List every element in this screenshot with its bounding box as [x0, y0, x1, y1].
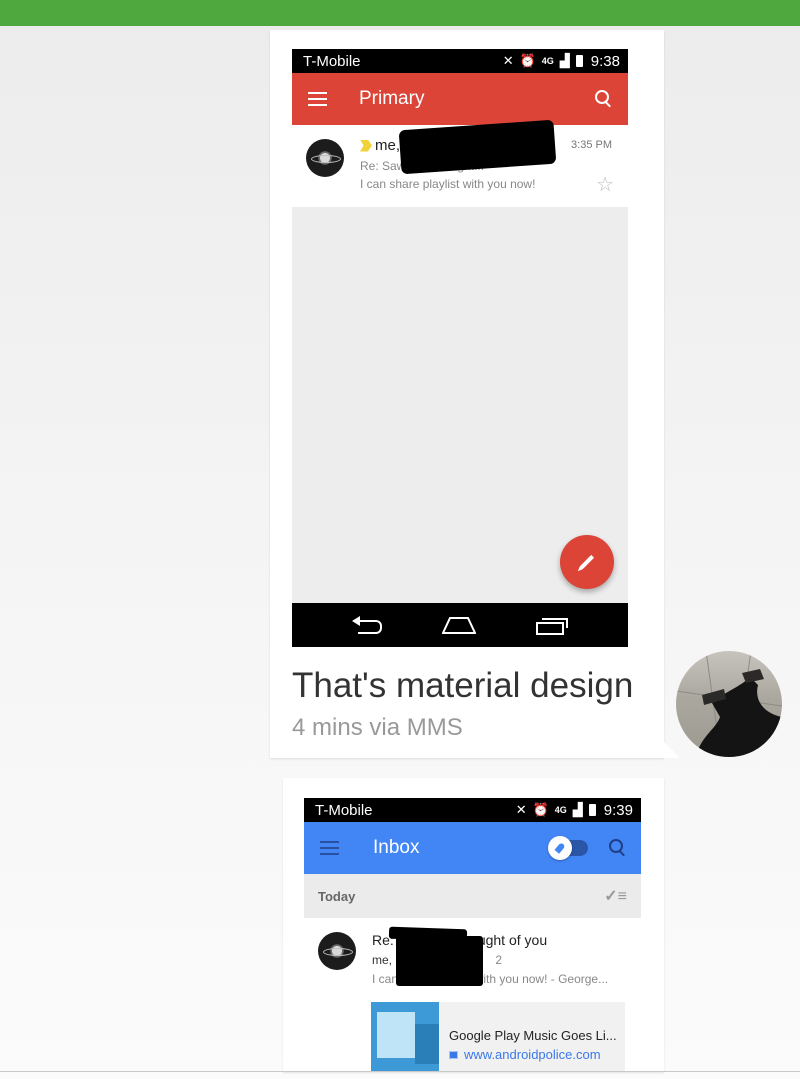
link-url: www.androidpolice.com — [449, 1047, 601, 1062]
important-marker-icon — [360, 139, 372, 152]
vibrate-icon: ✕ — [515, 802, 527, 817]
status-bar: T-Mobile ✕ ⏰ 4G ▟ 9:38 — [292, 49, 628, 73]
sweep-icon: ✓≡ — [604, 888, 627, 905]
vibrate-icon: ✕ — [502, 53, 514, 68]
home-icon — [442, 616, 476, 634]
carrier-label: T-Mobile — [315, 801, 373, 819]
pinned-toggle — [548, 836, 588, 860]
message-text: That's material design — [292, 666, 634, 705]
battery-icon — [575, 55, 583, 67]
link-title: Google Play Music Goes Li... — [449, 1028, 617, 1043]
email-time: 3:35 PM — [571, 139, 612, 151]
signal-icon: ▟ — [559, 53, 570, 68]
network-type-label: 4G — [541, 56, 554, 66]
clock-label: 9:38 — [590, 52, 620, 70]
star-icon: ☆ — [596, 174, 614, 196]
saturn-avatar — [306, 139, 344, 177]
link-preview-card: Google Play Music Goes Li... www.android… — [371, 1002, 625, 1072]
android-nav-bar — [292, 603, 628, 647]
saturn-avatar — [318, 932, 356, 970]
signal-icon: ▟ — [572, 802, 583, 817]
menu-icon — [308, 92, 327, 106]
menu-icon — [320, 841, 339, 855]
battery-icon — [588, 804, 596, 816]
message-timestamp: 4 mins via MMS — [292, 714, 463, 741]
alarm-icon: ⏰ — [532, 802, 549, 817]
attached-screenshot-gmail[interactable]: T-Mobile ✕ ⏰ 4G ▟ 9:38 Primary me, 3:35 … — [292, 49, 628, 647]
network-type-label: 4G — [554, 805, 567, 815]
back-icon — [352, 616, 382, 634]
email-snippet: I can share playlist with you now! — [360, 177, 536, 191]
gmail-empty-list — [292, 207, 628, 603]
site-icon — [449, 1050, 458, 1059]
section-header: Today ✓≡ — [304, 874, 641, 918]
alarm-icon: ⏰ — [519, 53, 536, 68]
inbox-email-row: Re: Saw this, thought of you me, 2 I can… — [304, 918, 641, 1072]
search-icon — [608, 838, 628, 858]
top-accent-bar — [0, 0, 800, 26]
redaction-mark — [398, 119, 557, 175]
carrier-label: T-Mobile — [303, 52, 361, 70]
thread-count: 2 — [495, 953, 503, 967]
redaction-mark — [396, 936, 483, 986]
bubble-tail — [662, 740, 680, 758]
gmail-title: Primary — [359, 88, 425, 109]
recent-apps-icon — [536, 618, 568, 635]
message-bubble-2[interactable]: T-Mobile ✕ ⏰ 4G ▟ 9:39 Inbox Today ✓≡ Re… — [283, 778, 664, 1072]
inbox-title: Inbox — [373, 837, 420, 858]
inbox-app-bar: Inbox — [304, 822, 641, 874]
message-bubble-1[interactable]: T-Mobile ✕ ⏰ 4G ▟ 9:38 Primary me, 3:35 … — [270, 30, 664, 758]
gmail-app-bar: Primary — [292, 73, 628, 125]
attached-screenshot-inbox[interactable]: T-Mobile ✕ ⏰ 4G ▟ 9:39 Inbox Today ✓≡ Re… — [304, 798, 641, 1072]
pin-icon — [554, 842, 566, 854]
clock-label: 9:39 — [603, 801, 633, 819]
email-sender: me, — [360, 137, 400, 154]
search-icon — [594, 89, 614, 109]
gmail-email-row: me, 3:35 PM Re: Saw this, thought... I c… — [292, 119, 628, 207]
status-bar: T-Mobile ✕ ⏰ 4G ▟ 9:39 — [304, 798, 641, 822]
pencil-icon — [579, 554, 595, 570]
divider — [0, 1071, 800, 1072]
link-thumbnail — [371, 1002, 439, 1072]
section-label: Today — [318, 888, 356, 904]
compose-fab — [560, 535, 614, 589]
contact-avatar[interactable] — [676, 651, 782, 757]
